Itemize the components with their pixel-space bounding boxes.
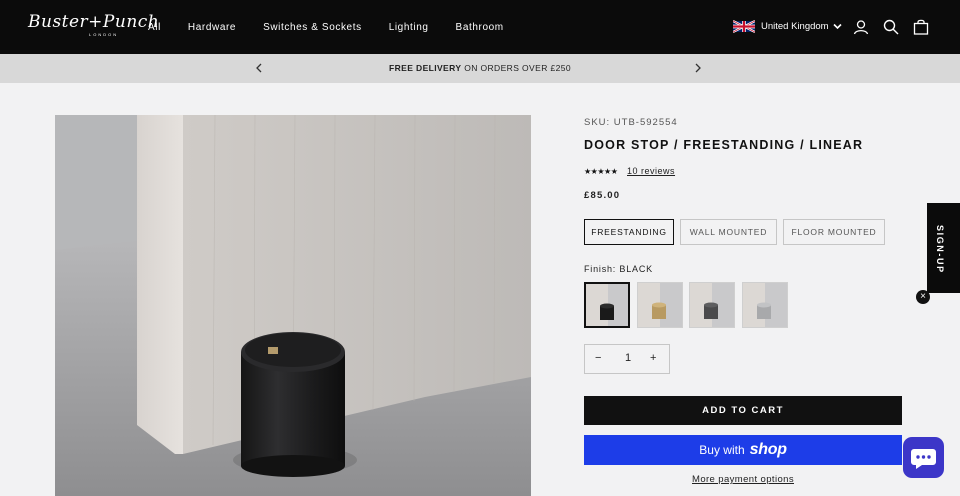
shop-pay-logo: shop (749, 441, 787, 458)
variant-wall-mounted[interactable]: WALL MOUNTED (680, 219, 777, 245)
promo-rest: ON ORDERS OVER £250 (461, 63, 571, 73)
nav-item-hardware[interactable]: Hardware (188, 22, 236, 33)
main-menu: All Hardware Switches & Sockets Lighting… (148, 0, 531, 54)
brand-logo[interactable]: Buster+Punch LONDON (28, 13, 159, 37)
add-to-cart-button[interactable]: ADD TO CART (584, 396, 902, 425)
uk-flag-icon (733, 20, 755, 33)
promo-bar: FREE DELIVERY ON ORDERS OVER £250 (0, 54, 960, 83)
quantity-stepper: − 1 + (584, 344, 670, 374)
nav-item-switches-sockets[interactable]: Switches & Sockets (263, 22, 362, 33)
quantity-value[interactable]: 1 (625, 352, 631, 364)
rating-stars: ★★★★★ (584, 167, 618, 176)
nav-item-bathroom[interactable]: Bathroom (456, 22, 504, 33)
more-payment-options-link[interactable]: More payment options (584, 474, 902, 485)
logo-subtext: LONDON (89, 32, 119, 37)
variant-freestanding[interactable]: FREESTANDING (584, 219, 674, 245)
shop-pay-label: Buy with (699, 443, 745, 457)
finish-swatch-brass[interactable] (637, 282, 683, 328)
promo-message: FREE DELIVERY ON ORDERS OVER £250 (0, 63, 960, 73)
steel-finish-thumb (743, 283, 787, 327)
region-selector[interactable]: United Kingdom (733, 19, 842, 34)
product-sku: SKU: UTB-592554 (584, 117, 678, 128)
black-finish-thumb (586, 284, 628, 326)
nav-item-lighting[interactable]: Lighting (389, 22, 429, 33)
finish-label: Finish: BLACK (584, 264, 653, 274)
brass-finish-thumb (638, 283, 682, 327)
signup-tab[interactable]: SIGN-UP (927, 203, 960, 293)
logo-text: Buster+Punch (28, 12, 160, 32)
close-icon[interactable]: × (916, 290, 930, 304)
finish-swatch-steel[interactable] (742, 282, 788, 328)
promo-strong: FREE DELIVERY (389, 63, 462, 73)
product-title: DOOR STOP / FREESTANDING / LINEAR (584, 138, 864, 152)
chat-bubble-icon (911, 449, 936, 469)
increase-button[interactable]: + (650, 352, 656, 364)
chevron-down-icon (833, 23, 842, 30)
chat-button[interactable] (903, 437, 944, 478)
finish-swatch-black[interactable] (584, 282, 630, 328)
decrease-button[interactable]: − (595, 352, 601, 364)
nav-item-all[interactable]: All (148, 22, 161, 33)
product-price: £85.00 (584, 190, 621, 201)
product-image[interactable] (55, 115, 531, 496)
user-icon[interactable] (853, 19, 869, 35)
top-navigation: Buster+Punch LONDON All Hardware Switche… (0, 0, 960, 54)
search-icon[interactable] (883, 19, 899, 35)
variant-floor-mounted[interactable]: FLOOR MOUNTED (783, 219, 885, 245)
gunmetal-finish-thumb (690, 283, 734, 327)
signup-label: SIGN-UP (935, 225, 945, 274)
reviews-link[interactable]: 10 reviews (627, 166, 675, 176)
finish-swatch-gunmetal[interactable] (689, 282, 735, 328)
chevron-right-icon[interactable] (692, 62, 704, 74)
region-label: United Kingdom (761, 21, 829, 32)
bag-icon[interactable] (913, 19, 929, 35)
product-photo (55, 115, 531, 496)
shop-pay-button[interactable]: Buy with shop (584, 435, 902, 465)
